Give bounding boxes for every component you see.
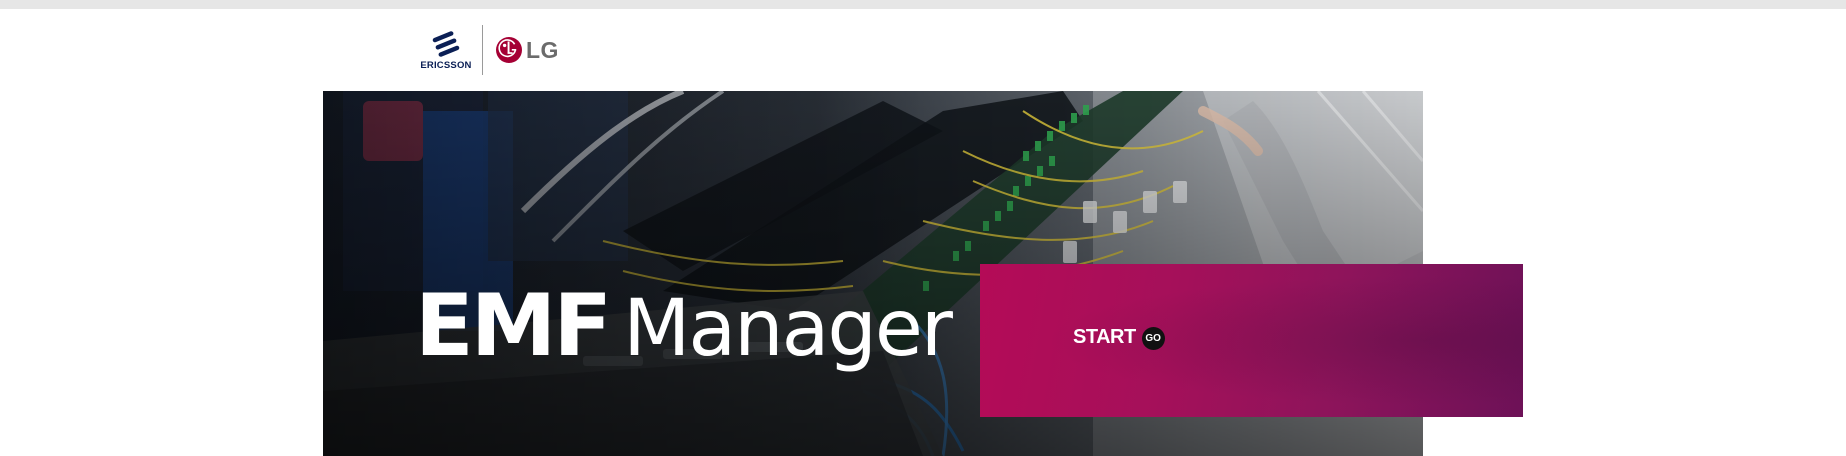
ericsson-logo-icon [432, 30, 460, 57]
logo-divider [482, 25, 483, 75]
lg-logo-icon [496, 37, 522, 63]
title-manager: Manager [623, 284, 953, 374]
start-label: START [1073, 326, 1136, 348]
start-panel: START GO [980, 264, 1523, 417]
lg-wordmark: LG [526, 36, 559, 63]
brand-logos: ERICSSON LG [420, 25, 559, 75]
ericsson-logo: ERICSSON [420, 30, 472, 71]
top-strip [0, 0, 1846, 9]
go-circle-icon: GO [1141, 327, 1165, 350]
lg-logo: LG [495, 36, 559, 64]
site-header: ERICSSON LG [0, 9, 1846, 91]
page-title: EMF Manager [415, 283, 953, 369]
title-emf: EMF [415, 276, 612, 376]
ericsson-wordmark: ERICSSON [420, 59, 472, 71]
start-button[interactable]: START GO [1073, 325, 1165, 350]
